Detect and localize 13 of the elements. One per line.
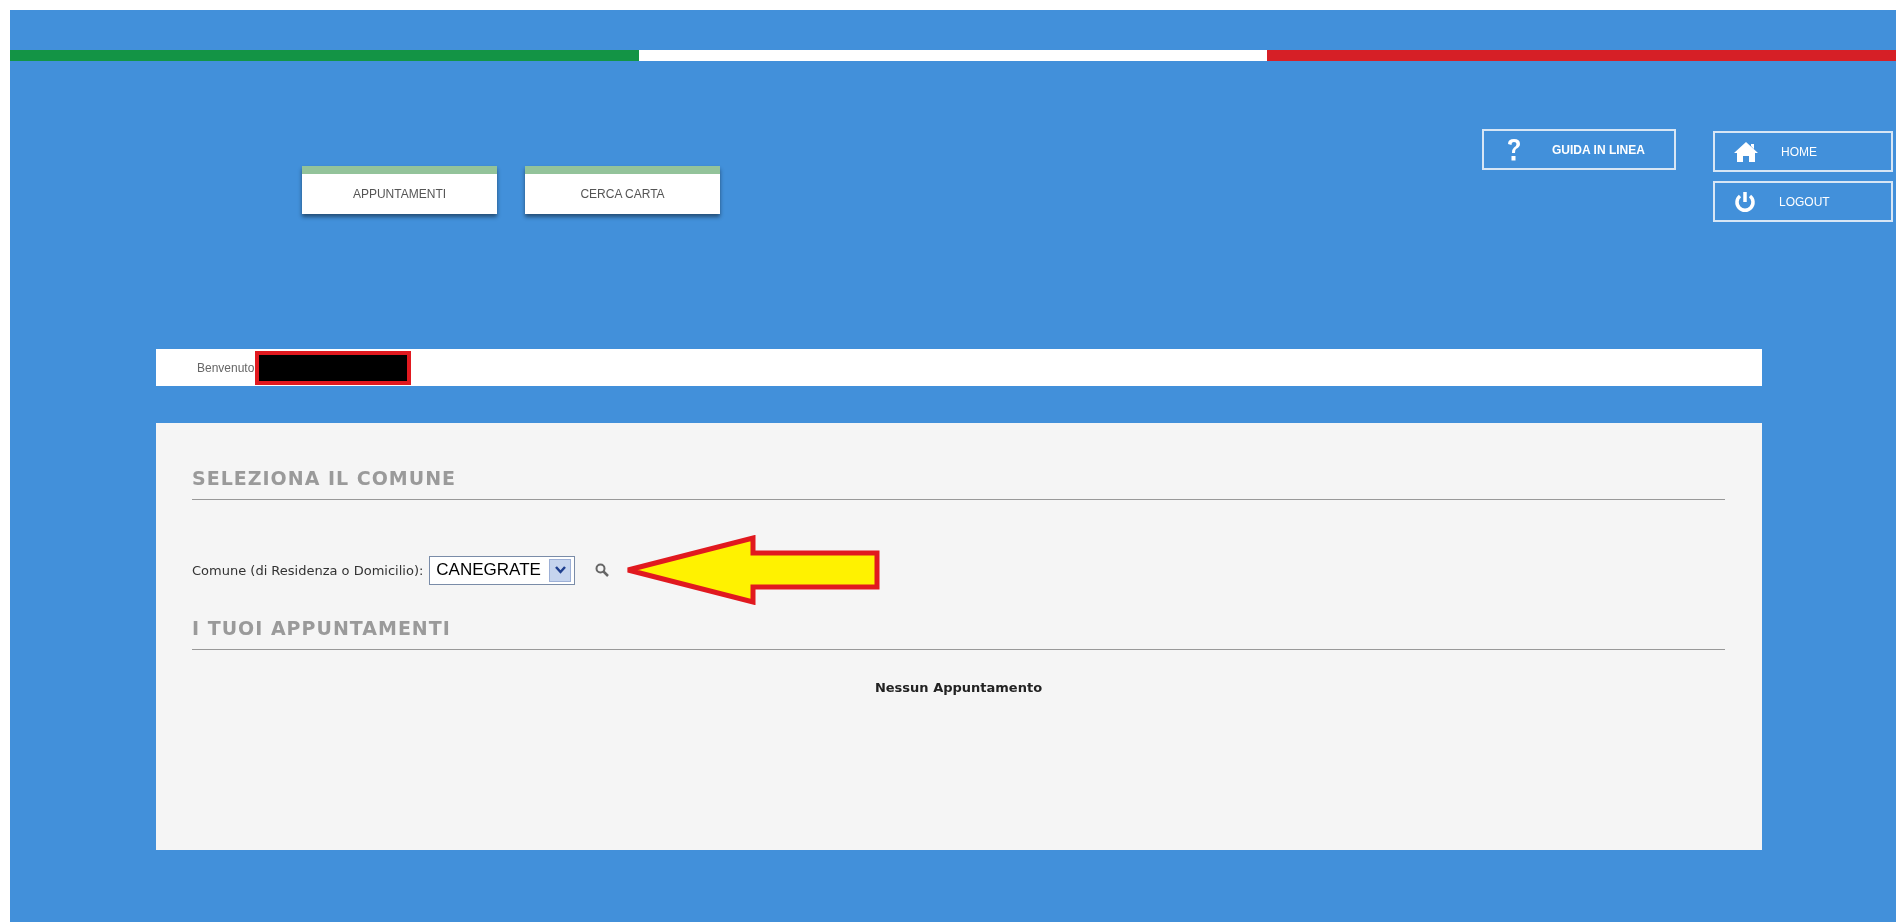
section-heading: I TUOI APPUNTAMENTI bbox=[192, 617, 1725, 650]
nav-button[interactable]: APPUNTAMENTI bbox=[302, 166, 497, 214]
section-heading: SELEZIONA IL COMUNE bbox=[192, 467, 1725, 500]
chevron-down-icon bbox=[554, 566, 566, 574]
welcome-text: Benvenuto bbox=[197, 360, 255, 375]
field-label: Comune (di Residenza o Domicilio): bbox=[192, 562, 424, 578]
question-mark-icon bbox=[1506, 137, 1522, 162]
power-icon bbox=[1733, 189, 1757, 214]
home-icon bbox=[1733, 140, 1759, 163]
nav-button[interactable]: CERCA CARTA bbox=[525, 166, 720, 214]
empty-message: Nessun Appuntamento bbox=[873, 680, 1044, 695]
comune-select[interactable]: CANEGRATE bbox=[429, 555, 576, 585]
search-icon[interactable] bbox=[595, 563, 610, 577]
